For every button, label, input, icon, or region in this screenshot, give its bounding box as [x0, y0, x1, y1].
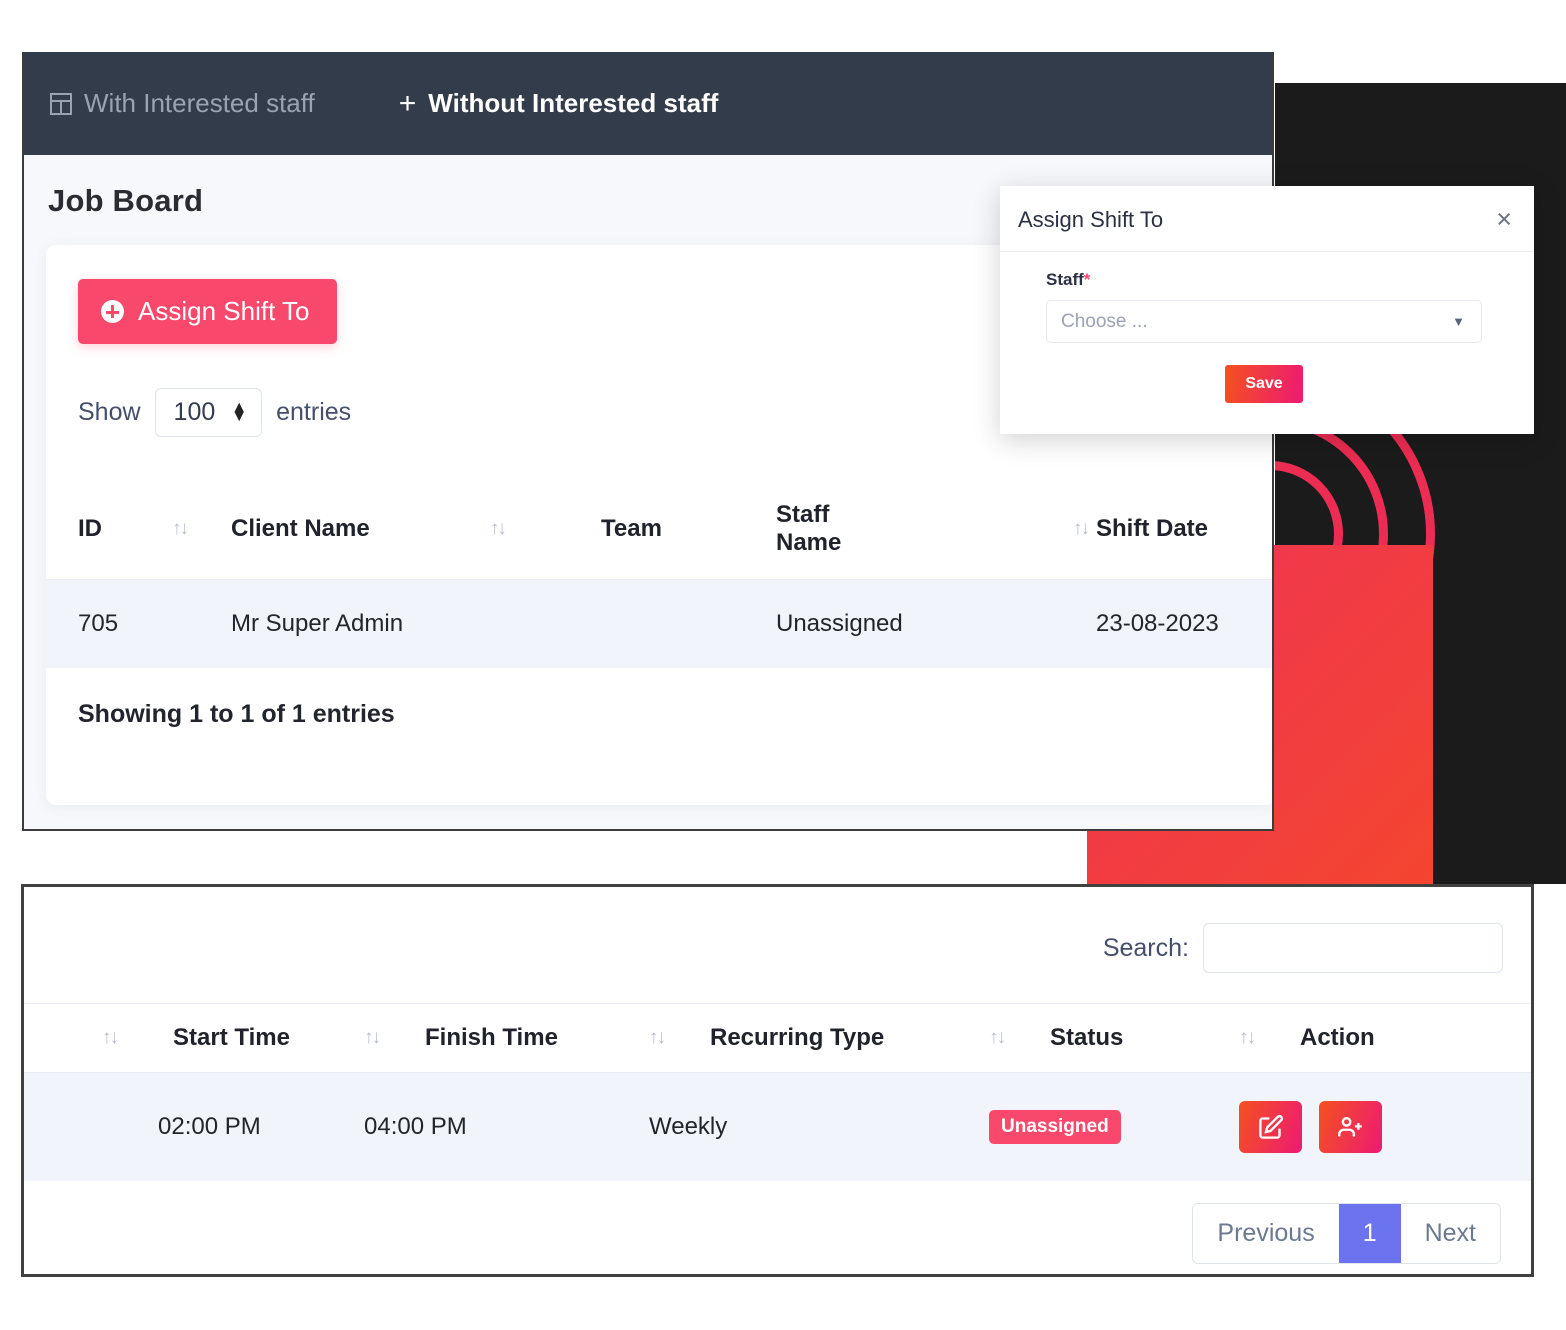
pagination-previous[interactable]: Previous	[1193, 1204, 1339, 1263]
cell-recurring-type: Weekly	[649, 1072, 989, 1181]
cell-action	[1239, 1072, 1531, 1181]
th-staff-name-label: Staff Name	[776, 501, 842, 556]
screenshot-stage: With Interested staff + Without Interest…	[0, 0, 1566, 1330]
th-team[interactable]: Team	[601, 479, 776, 580]
th-action-label: Action	[1300, 1024, 1375, 1051]
table-row[interactable]: 705 Mr Super Admin Unassigned 23-08-2023	[46, 579, 1272, 668]
entries-per-page-value: 100	[173, 398, 216, 426]
th-recurring-type[interactable]: ↑↓ Recurring Type	[649, 1003, 989, 1073]
chevron-down-icon: ▼	[1452, 314, 1465, 329]
staff-select-placeholder: Choose ...	[1061, 310, 1148, 332]
modal-title: Assign Shift To	[1018, 206, 1164, 232]
plus-icon: +	[398, 86, 417, 120]
entries-label: entries	[276, 398, 352, 426]
cell-staff-name: Unassigned	[776, 579, 1096, 668]
assign-shift-modal: Assign Shift To × Staff* Choose ... ▼ Sa…	[1000, 186, 1534, 434]
table-header-row: ID ↑↓ Client Name ↑↓ Team Staff Name ↑↓ …	[46, 479, 1272, 580]
save-button[interactable]: Save	[1225, 365, 1303, 403]
search-input[interactable]	[1203, 923, 1503, 973]
tab-without-interested-staff[interactable]: + Without Interested staff	[399, 82, 741, 125]
th-status-label: Status	[1050, 1024, 1124, 1051]
th-client-name[interactable]: Client Name ↑↓	[231, 479, 601, 580]
sort-icon-recurring-type[interactable]: ↑↓	[649, 1027, 666, 1049]
required-asterisk: *	[1083, 270, 1091, 289]
th-action[interactable]: ↑↓ Action	[1239, 1003, 1531, 1073]
sort-icon-action[interactable]: ↑↓	[1239, 1027, 1256, 1049]
sort-icon-finish-time[interactable]: ↑↓	[364, 1027, 381, 1049]
th-staff-name[interactable]: Staff Name ↑↓	[776, 479, 1096, 580]
sort-icon-id[interactable]: ↑↓	[172, 518, 189, 540]
assign-shift-to-button-label: Assign Shift To	[138, 296, 310, 326]
tab-with-interested-staff[interactable]: With Interested staff	[50, 82, 337, 125]
th-shift-date[interactable]: Shift Date	[1096, 479, 1272, 580]
cell-client-name[interactable]: Mr Super Admin	[231, 579, 601, 668]
chevron-updown-icon: ▲ ▼	[231, 398, 248, 425]
sort-icon-staff-name[interactable]: ↑↓	[1073, 518, 1090, 540]
edit-icon	[1259, 1114, 1283, 1139]
plus-circle-icon	[101, 300, 124, 323]
shift-details-table: ↑↓ Start Time ↑↓ Finish Time ↑↓ Recurrin…	[24, 1003, 1531, 1181]
pagination-page-1[interactable]: 1	[1338, 1204, 1401, 1263]
cell-team	[601, 579, 776, 668]
pagination-next[interactable]: Next	[1400, 1204, 1500, 1263]
modal-footer: Save	[1046, 365, 1482, 403]
th-status[interactable]: ↑↓ Status	[989, 1003, 1239, 1073]
shift-details-panel: Search: ↑↓ Start Time ↑↓ Finish Time ↑↓	[21, 884, 1534, 1277]
th-client-name-label: Client Name	[231, 515, 370, 542]
sort-icon-client-name[interactable]: ↑↓	[490, 518, 507, 540]
th-team-label: Team	[601, 515, 662, 542]
job-board-table: ID ↑↓ Client Name ↑↓ Team Staff Name ↑↓ …	[46, 479, 1272, 668]
sort-icon-start-time[interactable]: ↑↓	[102, 1027, 119, 1049]
edit-button[interactable]	[1239, 1101, 1302, 1153]
assign-user-button[interactable]	[1318, 1101, 1382, 1153]
table-grid-icon	[50, 92, 72, 115]
th-recurring-type-label: Recurring Type	[710, 1024, 885, 1051]
th-id-label: ID	[78, 515, 102, 542]
th-shift-date-label: Shift Date	[1096, 515, 1209, 542]
cell-finish-time: 04:00 PM	[364, 1072, 649, 1181]
job-board-table-body: 705 Mr Super Admin Unassigned 23-08-2023	[46, 579, 1272, 668]
shift-details-table-body: 02:00 PM 04:00 PM Weekly Unassigned	[24, 1072, 1531, 1181]
search-row: Search:	[24, 887, 1531, 1003]
table-row[interactable]: 02:00 PM 04:00 PM Weekly Unassigned	[24, 1072, 1531, 1181]
table-header-row: ↑↓ Start Time ↑↓ Finish Time ↑↓ Recurrin…	[24, 1003, 1531, 1073]
shift-details-table-head: ↑↓ Start Time ↑↓ Finish Time ↑↓ Recurrin…	[24, 1003, 1531, 1073]
assign-shift-to-button[interactable]: Assign Shift To	[78, 279, 337, 344]
cell-start-time: 02:00 PM	[24, 1072, 364, 1181]
th-finish-time[interactable]: ↑↓ Finish Time	[364, 1003, 649, 1073]
modal-header: Assign Shift To ×	[1000, 186, 1534, 252]
cell-status: Unassigned	[989, 1072, 1239, 1181]
assign-user-icon	[1337, 1116, 1362, 1136]
show-label: Show	[78, 398, 141, 426]
modal-body: Staff* Choose ... ▼ Save	[1000, 252, 1534, 403]
job-board-panel: With Interested staff + Without Interest…	[22, 52, 1274, 831]
close-icon[interactable]: ×	[1496, 206, 1512, 233]
cell-shift-date: 23-08-2023	[1096, 579, 1272, 668]
th-start-time-label: Start Time	[173, 1024, 290, 1051]
job-board-table-head: ID ↑↓ Client Name ↑↓ Team Staff Name ↑↓ …	[46, 479, 1272, 580]
staff-select[interactable]: Choose ... ▼	[1046, 300, 1482, 343]
showing-entries-text: Showing 1 to 1 of 1 entries	[78, 700, 395, 728]
staff-field-label-text: Staff	[1046, 270, 1084, 289]
search-label: Search:	[1102, 933, 1189, 962]
tab-without-interested-staff-label: Without Interested staff	[428, 88, 719, 118]
staff-field-label: Staff*	[1046, 270, 1482, 290]
entries-per-page-select[interactable]: 100 ▲ ▼	[154, 388, 263, 437]
th-id[interactable]: ID ↑↓	[46, 479, 231, 580]
sort-icon-status[interactable]: ↑↓	[989, 1027, 1006, 1049]
pagination-row: Previous 1 Next	[24, 1181, 1531, 1264]
tab-with-interested-staff-label: With Interested staff	[84, 88, 315, 118]
cell-id: 705	[46, 579, 231, 668]
pagination: Previous 1 Next	[1192, 1203, 1501, 1264]
th-finish-time-label: Finish Time	[425, 1024, 558, 1051]
status-badge: Unassigned	[989, 1110, 1121, 1144]
panel-tabbar: With Interested staff + Without Interest…	[24, 52, 1272, 155]
th-start-time[interactable]: ↑↓ Start Time	[24, 1003, 364, 1073]
